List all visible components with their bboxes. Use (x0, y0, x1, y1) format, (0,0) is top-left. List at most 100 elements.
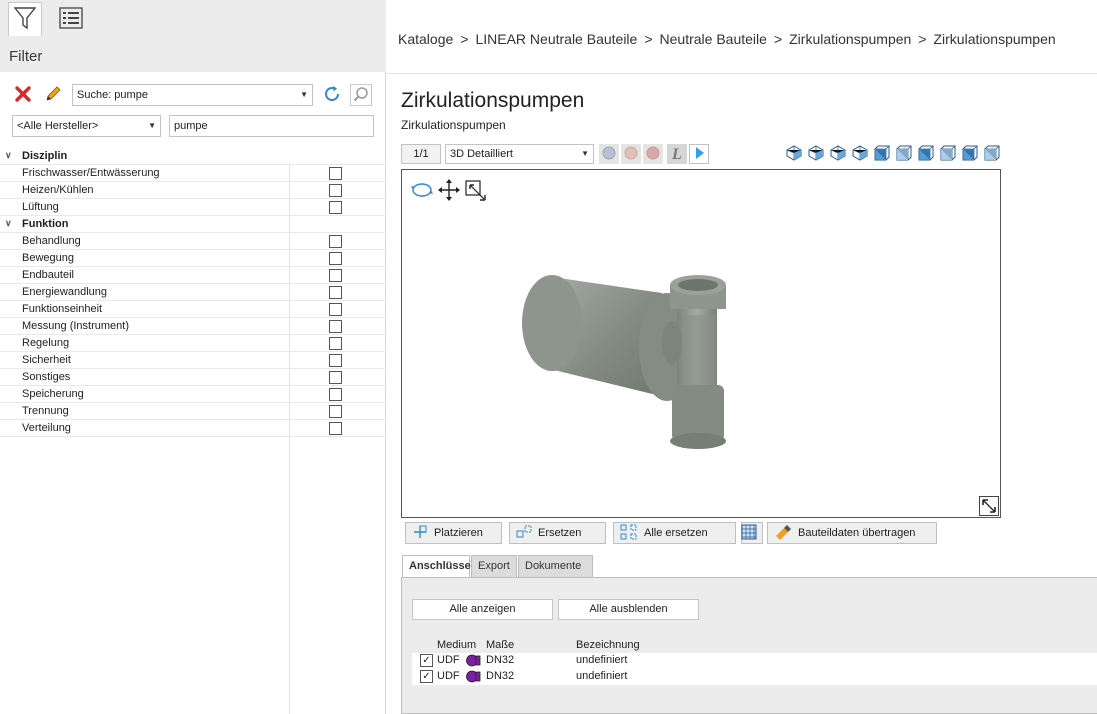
tree-item-checkbox[interactable] (329, 405, 342, 418)
breadcrumb: Kataloge > LINEAR Neutrale Bauteile > Neutra… (398, 31, 1056, 47)
view-iso-3-button[interactable] (828, 144, 848, 164)
view-iso-1-button[interactable] (784, 144, 804, 164)
view-top-button[interactable] (960, 144, 980, 164)
replace-all-button[interactable]: Alle ersetzen (613, 522, 736, 544)
view-iso-2-button[interactable] (806, 144, 826, 164)
tree-item[interactable]: Heizen/Kühlen (0, 182, 386, 199)
replace-button[interactable]: Ersetzen (509, 522, 606, 544)
breadcrumb-item[interactable]: Zirkulationspumpen (933, 31, 1055, 47)
viewer-toolbar: 1/1 3D Detailliert ▼ L (401, 144, 1001, 164)
play-button[interactable] (689, 144, 709, 164)
tree-item[interactable]: Behandlung (0, 233, 386, 250)
tab-anschluesse[interactable]: Anschlüsse (402, 555, 471, 578)
tree-item-checkbox[interactable] (329, 422, 342, 435)
tree-item-checkbox[interactable] (329, 252, 342, 265)
fullscreen-icon[interactable] (979, 496, 999, 516)
connection-dims: DN32 (486, 670, 515, 682)
tree-item-checkbox[interactable] (329, 337, 342, 350)
tree-item-checkbox[interactable] (329, 184, 342, 197)
place-button[interactable]: Platzieren (405, 522, 502, 544)
tree-item-checkbox[interactable] (329, 167, 342, 180)
render-mode-button-2[interactable] (621, 144, 641, 164)
edit-button[interactable] (42, 84, 64, 106)
cube-icon (786, 144, 802, 164)
lighting-button[interactable]: L (667, 144, 687, 164)
tree-item-checkbox[interactable] (329, 388, 342, 401)
search-combo[interactable]: Suche: pumpe ▼ (72, 84, 313, 106)
rotate-icon[interactable] (411, 180, 433, 203)
connection-row[interactable]: ✓ UDF DN32 undefiniert (412, 653, 1097, 669)
search-input[interactable]: pumpe (169, 115, 374, 137)
sphere-icon (624, 146, 638, 163)
tree-group[interactable]: ∨ Disziplin (0, 148, 386, 165)
tree-item-checkbox[interactable] (329, 371, 342, 384)
tree-item[interactable]: Verteilung (0, 420, 386, 437)
filter-tab[interactable] (8, 2, 42, 36)
grid-toggle-button[interactable] (741, 522, 763, 544)
connection-checkbox[interactable]: ✓ (420, 654, 433, 667)
breadcrumb-item[interactable]: Neutrale Bauteile (660, 31, 767, 47)
view-bottom-button[interactable] (982, 144, 1002, 164)
tree-item[interactable]: Sonstiges (0, 369, 386, 386)
tree-item-checkbox[interactable] (329, 201, 342, 214)
zoom-window-icon[interactable] (464, 179, 488, 206)
pan-icon[interactable] (437, 178, 461, 205)
search-combo-value: Suche: pumpe (77, 89, 148, 101)
tree-item[interactable]: Energiewandlung (0, 284, 386, 301)
tree-item[interactable]: Endbauteil (0, 267, 386, 284)
connection-checkbox[interactable]: ✓ (420, 670, 433, 683)
manufacturer-combo[interactable]: <Alle Hersteller> ▼ (12, 115, 161, 137)
view-mode-value: 3D Detailliert (450, 148, 513, 160)
tree-item-checkbox[interactable] (329, 269, 342, 282)
breadcrumb-item[interactable]: Kataloge (398, 31, 453, 47)
tree-item[interactable]: Frischwasser/Entwässerung (0, 165, 386, 182)
tree-item-label: Trennung (22, 405, 69, 417)
tree-item[interactable]: Sicherheit (0, 352, 386, 369)
tree-item[interactable]: Trennung (0, 403, 386, 420)
view-right-button[interactable] (938, 144, 958, 164)
tab-export[interactable]: Export (471, 555, 517, 578)
view-mode-combo[interactable]: 3D Detailliert ▼ (445, 144, 594, 164)
view-back-button[interactable] (894, 144, 914, 164)
connection-row[interactable]: ✓ UDF DN32 undefiniert (412, 669, 1097, 685)
tree-item-checkbox[interactable] (329, 286, 342, 299)
column-header-medium: Medium (437, 639, 477, 651)
tree-item[interactable]: Funktionseinheit (0, 301, 386, 318)
show-all-button[interactable]: Alle anzeigen (412, 599, 553, 620)
connection-name: undefiniert (576, 654, 628, 666)
transfer-data-button[interactable]: Bauteildaten übertragen (767, 522, 937, 544)
search-button[interactable] (350, 84, 372, 106)
3d-viewport[interactable] (401, 169, 1001, 518)
tree-item-checkbox[interactable] (329, 303, 342, 316)
render-mode-button-1[interactable] (599, 144, 619, 164)
view-left-button[interactable] (916, 144, 936, 164)
view-front-button[interactable] (872, 144, 892, 164)
tree-group[interactable]: ∨ Funktion (0, 216, 386, 233)
delete-button[interactable] (12, 84, 34, 106)
view-iso-4-button[interactable] (850, 144, 870, 164)
tree-item[interactable]: Bewegung (0, 250, 386, 267)
tree-item[interactable]: Speicherung (0, 386, 386, 403)
connection-medium: UDF (437, 654, 460, 666)
medium-icon (466, 670, 482, 686)
letter-l-icon: L (670, 145, 684, 164)
chevron-down-icon[interactable]: ∨ (5, 218, 12, 229)
tree-item[interactable]: Regelung (0, 335, 386, 352)
tree-item[interactable]: Messung (Instrument) (0, 318, 386, 335)
tab-dokumente[interactable]: Dokumente (518, 555, 593, 578)
svg-text:L: L (671, 146, 682, 161)
replace-all-label: Alle ersetzen (644, 527, 708, 539)
breadcrumb-item[interactable]: LINEAR Neutrale Bauteile (475, 31, 637, 47)
page-title: Zirkulationspumpen (401, 89, 585, 112)
chevron-down-icon[interactable]: ∨ (5, 150, 12, 161)
list-tab[interactable] (54, 2, 88, 36)
render-mode-button-3[interactable] (643, 144, 663, 164)
tree-item-checkbox[interactable] (329, 354, 342, 367)
tree-item-checkbox[interactable] (329, 320, 342, 333)
tree-item[interactable]: Lüftung (0, 199, 386, 216)
refresh-button[interactable] (321, 84, 343, 106)
hide-all-button[interactable]: Alle ausblenden (558, 599, 699, 620)
delete-icon (15, 85, 31, 105)
breadcrumb-item[interactable]: Zirkulationspumpen (789, 31, 911, 47)
tree-item-checkbox[interactable] (329, 235, 342, 248)
